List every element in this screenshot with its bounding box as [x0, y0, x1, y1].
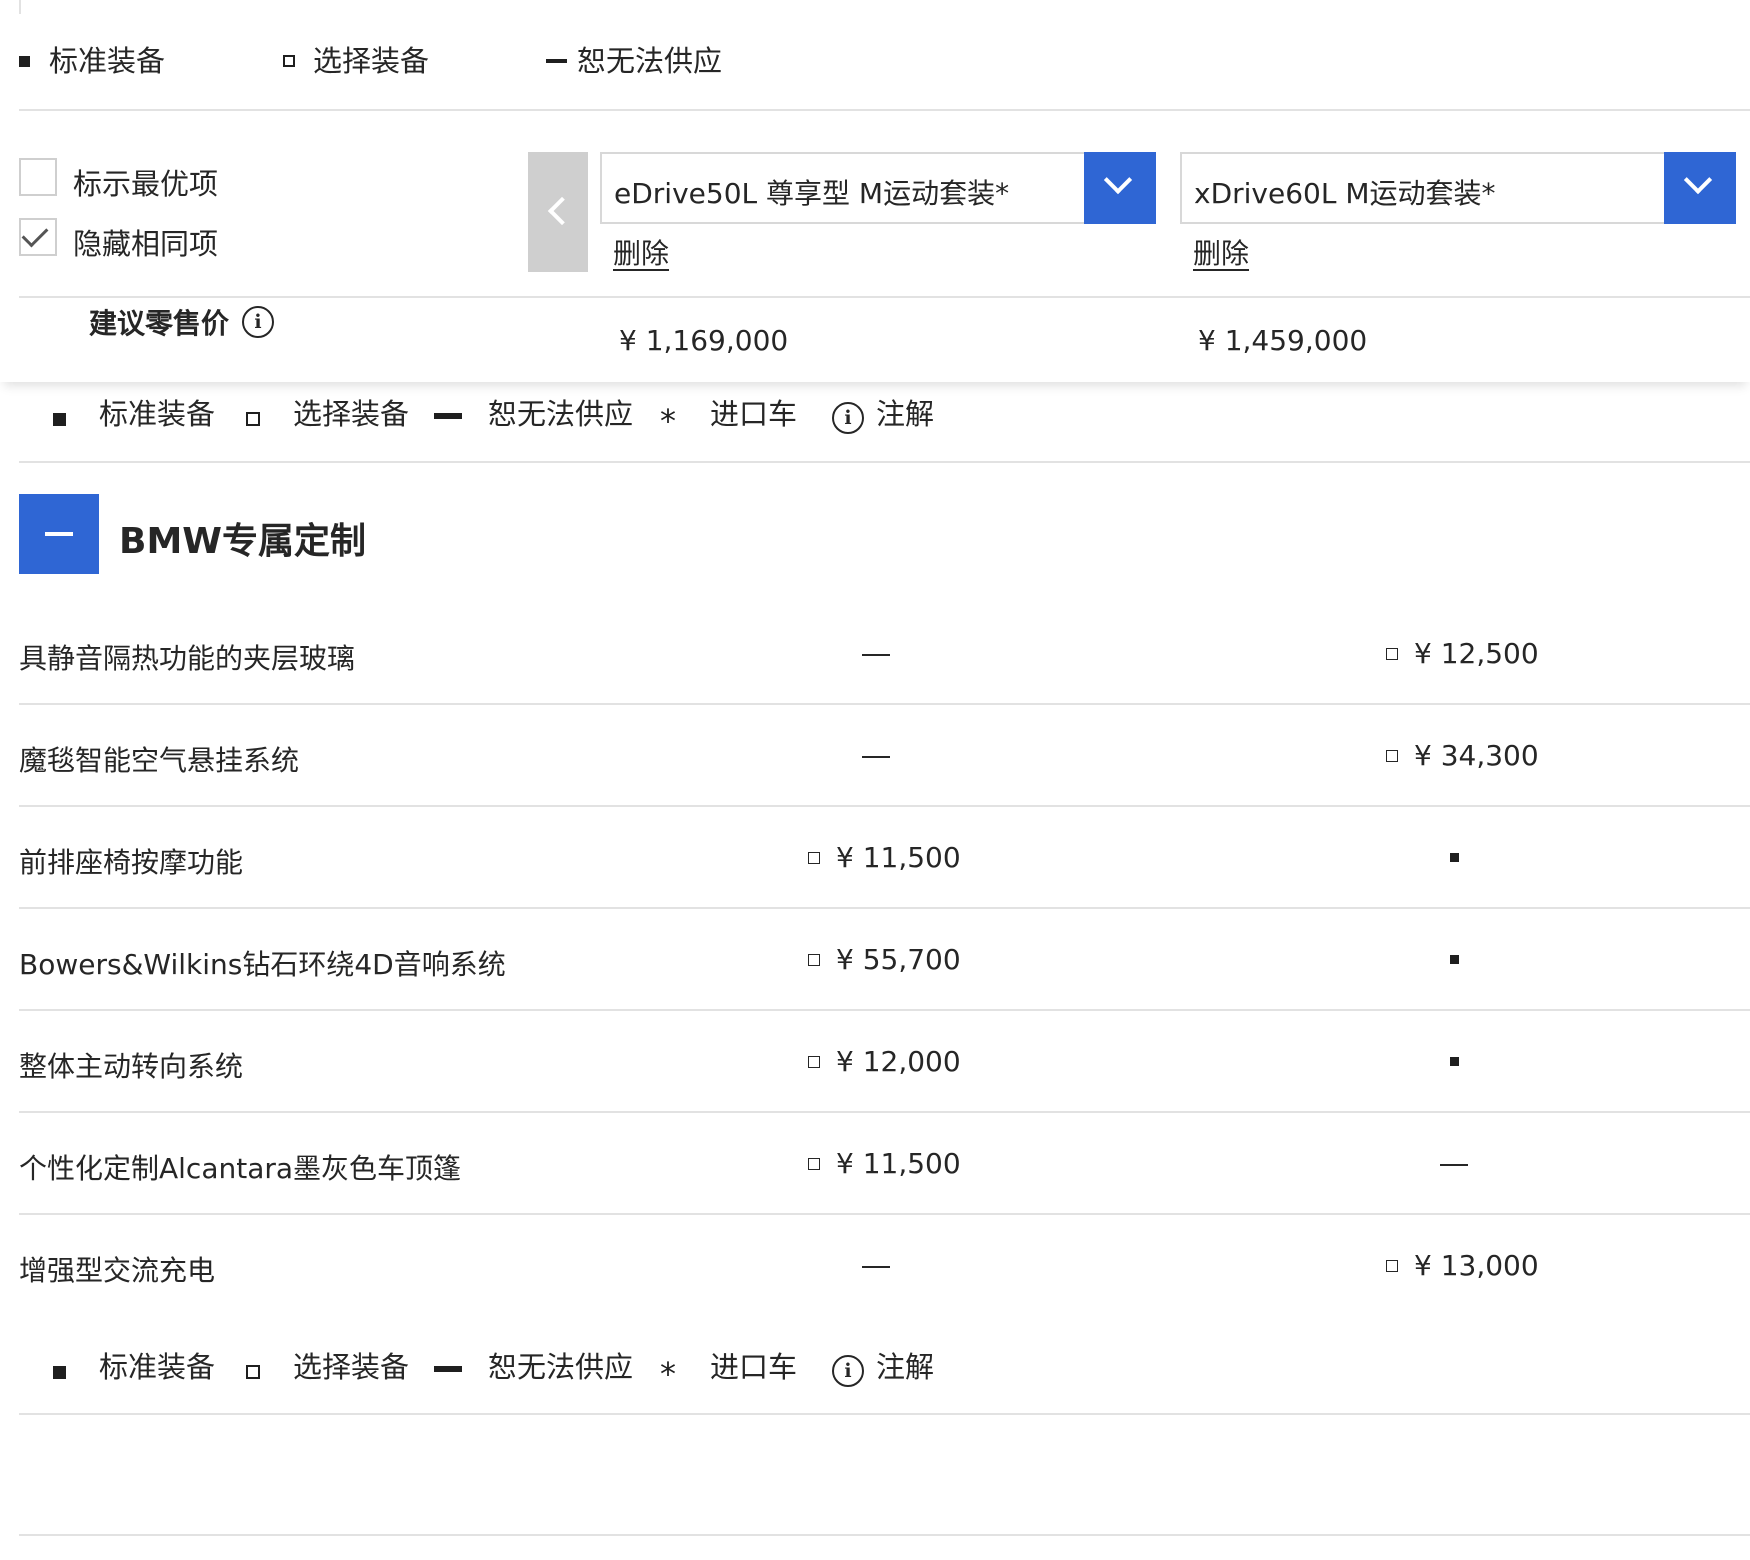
- option-price: ¥ 34,300: [1414, 739, 1539, 772]
- model-2-delete-link[interactable]: 删除: [1193, 232, 1249, 272]
- unavailable-icon: [434, 1366, 462, 1372]
- legend-note-label: 注解: [876, 1350, 935, 1384]
- model-1-dropdown-button[interactable]: [1084, 152, 1156, 224]
- previous-model-button[interactable]: [528, 152, 588, 272]
- footer-divider: [19, 1534, 1750, 1536]
- highlight-best-label[interactable]: 标示最优项: [73, 161, 218, 203]
- info-icon[interactable]: i: [242, 306, 274, 338]
- sticky-compare-header: 标准装备 选择装备 恕无法供应 标示最优项 隐藏相同项 eDrive50L 尊享…: [0, 0, 1750, 382]
- optional-equipment-icon: [1386, 648, 1398, 660]
- hide-same-checkbox[interactable]: [19, 218, 57, 256]
- legend-bottom-divider: [19, 1413, 1750, 1415]
- model-2-dropdown-button[interactable]: [1664, 152, 1736, 224]
- star-icon: *: [660, 1355, 676, 1393]
- optional-equipment-icon: [283, 55, 295, 67]
- chevron-down-icon: [1683, 165, 1713, 195]
- table-row: 整体主动转向系统 ¥ 12,000: [0, 1011, 1750, 1113]
- star-icon: *: [660, 402, 676, 440]
- model-1-price: ¥ 1,169,000: [619, 324, 789, 357]
- legend-unavailable-label: 恕无法供应: [577, 44, 723, 78]
- row-label: 增强型交流充电: [19, 1254, 216, 1287]
- table-row: Bowers&Wilkins钻石环绕4D音响系统 ¥ 55,700: [0, 909, 1750, 1011]
- standard-equipment-icon: [53, 413, 66, 426]
- standard-equipment-icon: [53, 1366, 66, 1379]
- optional-equipment-icon: [808, 954, 820, 966]
- model-2-name: xDrive60L M运动套装*: [1194, 177, 1496, 210]
- table-row: 前排座椅按摩功能 ¥ 11,500: [0, 807, 1750, 909]
- optional-equipment-icon: [808, 1056, 820, 1068]
- option-price: ¥ 13,000: [1414, 1249, 1539, 1282]
- standard-equipment-icon: [1450, 1057, 1459, 1066]
- optional-equipment-icon: [246, 1365, 260, 1379]
- highlight-best-checkbox[interactable]: [19, 158, 57, 196]
- unavailable-icon: [546, 59, 567, 63]
- chevron-left-icon: [547, 196, 577, 226]
- legend-unavailable-label: 恕无法供应: [488, 397, 634, 431]
- option-price: ¥ 11,500: [836, 1147, 961, 1180]
- minus-icon: [45, 532, 73, 536]
- section-collapse-button[interactable]: [19, 494, 99, 574]
- legend-optional-label: 选择装备: [293, 397, 410, 431]
- unavailable-icon: [862, 756, 890, 758]
- checkmark-icon: [21, 220, 49, 248]
- hide-same-label[interactable]: 隐藏相同项: [73, 221, 218, 263]
- legend-imported-label: 进口车: [710, 397, 798, 431]
- row-label: Bowers&Wilkins钻石环绕4D音响系统: [19, 948, 506, 981]
- row-label: 具静音隔热功能的夹层玻璃: [19, 642, 356, 675]
- legend-unavailable-label: 恕无法供应: [488, 1350, 634, 1384]
- model-1-select[interactable]: eDrive50L 尊享型 M运动套装*: [600, 152, 1156, 224]
- optional-equipment-icon: [808, 1158, 820, 1170]
- info-icon: i: [832, 402, 864, 434]
- top-edge-divider: [19, 0, 21, 14]
- comparison-page: 标准装备 选择装备 恕无法供应 标示最优项 隐藏相同项 eDrive50L 尊享…: [0, 0, 1750, 1560]
- row-label: 整体主动转向系统: [19, 1050, 244, 1083]
- row-label: 魔毯智能空气悬挂系统: [19, 744, 300, 777]
- legend-note-label: 注解: [876, 397, 935, 431]
- standard-equipment-icon: [1450, 853, 1459, 862]
- optional-equipment-icon: [1386, 1260, 1398, 1272]
- legend-standard-label: 标准装备: [99, 397, 216, 431]
- header-divider: [19, 109, 1750, 111]
- price-divider: [19, 296, 1750, 298]
- row-label: 前排座椅按摩功能: [19, 846, 244, 879]
- legend-imported-label: 进口车: [710, 1350, 798, 1384]
- optional-equipment-icon: [1386, 750, 1398, 762]
- option-price: ¥ 12,500: [1414, 637, 1539, 670]
- table-row: 魔毯智能空气悬挂系统 ¥ 34,300: [0, 705, 1750, 807]
- legend-optional-label: 选择装备: [293, 1350, 410, 1384]
- model-2-select[interactable]: xDrive60L M运动套装*: [1180, 152, 1736, 224]
- standard-equipment-icon: [1450, 955, 1459, 964]
- table-row: 具静音隔热功能的夹层玻璃 ¥ 12,500: [0, 603, 1750, 705]
- unavailable-icon: [434, 413, 462, 419]
- option-price: ¥ 11,500: [836, 841, 961, 874]
- model-1-name: eDrive50L 尊享型 M运动套装*: [614, 177, 1010, 210]
- legend-standard-label: 标准装备: [99, 1350, 216, 1384]
- unavailable-icon: [862, 654, 890, 656]
- legend-divider: [19, 461, 1750, 463]
- standard-equipment-icon: [19, 56, 30, 67]
- optional-equipment-icon: [246, 412, 260, 426]
- unavailable-icon: [1440, 1164, 1468, 1166]
- option-price: ¥ 12,000: [836, 1045, 961, 1078]
- table-row: 个性化定制Alcantara墨灰色车顶篷 ¥ 11,500: [0, 1113, 1750, 1215]
- section-title: BMW专属定制: [119, 521, 366, 562]
- optional-equipment-icon: [808, 852, 820, 864]
- legend-standard-label: 标准装备: [49, 44, 166, 78]
- model-1-delete-link[interactable]: 删除: [613, 232, 669, 272]
- chevron-down-icon: [1103, 165, 1133, 195]
- model-2-price: ¥ 1,459,000: [1198, 324, 1368, 357]
- option-price: ¥ 55,700: [836, 943, 961, 976]
- info-icon: i: [832, 1355, 864, 1387]
- unavailable-icon: [862, 1266, 890, 1268]
- msrp-label: 建议零售价: [89, 307, 230, 340]
- legend-optional-label: 选择装备: [313, 44, 430, 78]
- table-row: 增强型交流充电 ¥ 13,000: [0, 1215, 1750, 1317]
- row-label: 个性化定制Alcantara墨灰色车顶篷: [19, 1152, 462, 1185]
